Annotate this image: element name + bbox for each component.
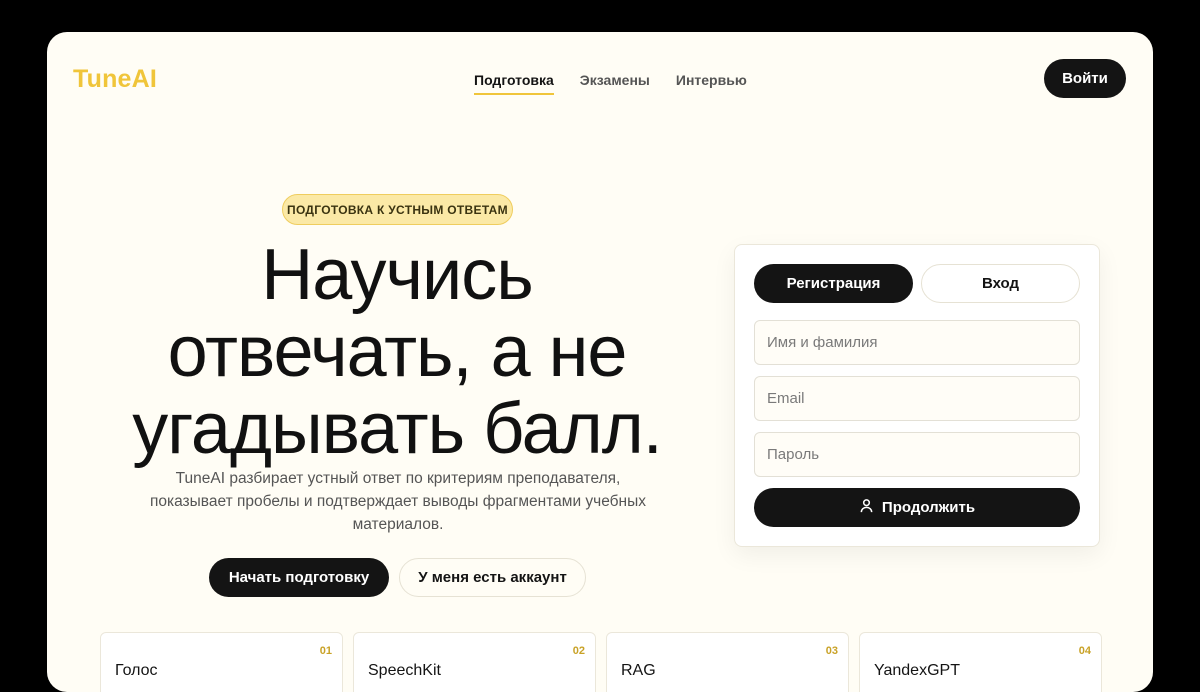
feature-title: YandexGPT (874, 662, 960, 679)
cta-row: Начать подготовку У меня есть аккаунт (209, 558, 586, 597)
continue-button[interactable]: Продолжить (754, 488, 1080, 527)
login-button[interactable]: Войти (1044, 59, 1126, 98)
nav-item-interview[interactable]: Интервью (676, 72, 747, 95)
hero-headline: Научись отвечать, а не угадывать балл. (47, 237, 747, 468)
feature-number: 01 (319, 645, 332, 657)
nav-item-preparation[interactable]: Подготовка (474, 72, 554, 95)
continue-label: Продолжить (881, 499, 976, 516)
have-account-button[interactable]: У меня есть аккаунт (399, 558, 586, 597)
feature-title: Голос (115, 662, 158, 679)
tab-login[interactable]: Вход (921, 264, 1080, 303)
auth-tabs: Регистрация Вход (754, 264, 1080, 303)
headline-line-2: отвечать, а не (167, 312, 628, 392)
hero-badge: ПОДГОТОВКА К УСТНЫМ ОТВЕТАМ (282, 194, 513, 225)
feature-number: 02 (572, 645, 585, 657)
nav-item-exams[interactable]: Экзамены (580, 72, 650, 95)
feature-number: 03 (825, 645, 838, 657)
feature-card: 01 Голос (100, 632, 343, 692)
hero-subtitle: TuneAI разбирает устный ответ по критери… (149, 470, 647, 533)
feature-card: 03 RAG (606, 632, 849, 692)
name-field[interactable] (754, 320, 1080, 365)
app-window: TuneAI Подготовка Экзамены Интервью Войт… (47, 32, 1153, 692)
feature-cards: 01 Голос 02 SpeechKit 03 RAG 04 YandexGP… (100, 632, 1102, 692)
feature-card: 02 SpeechKit (353, 632, 596, 692)
user-icon (859, 498, 874, 517)
auth-form-card: Регистрация Вход Продолжить (734, 244, 1100, 547)
logo[interactable]: TuneAI (73, 65, 157, 94)
password-field[interactable] (754, 432, 1080, 477)
headline-line-1: Научись (261, 235, 533, 315)
feature-number: 04 (1078, 645, 1091, 657)
feature-title: RAG (621, 662, 656, 679)
start-preparation-button[interactable]: Начать подготовку (209, 558, 389, 597)
tab-register[interactable]: Регистрация (754, 264, 913, 303)
headline-line-3: угадывать балл. (132, 389, 663, 469)
email-field[interactable] (754, 376, 1080, 421)
feature-card: 04 YandexGPT (859, 632, 1102, 692)
main-nav: Подготовка Экзамены Интервью (474, 72, 773, 95)
feature-title: SpeechKit (368, 662, 441, 679)
